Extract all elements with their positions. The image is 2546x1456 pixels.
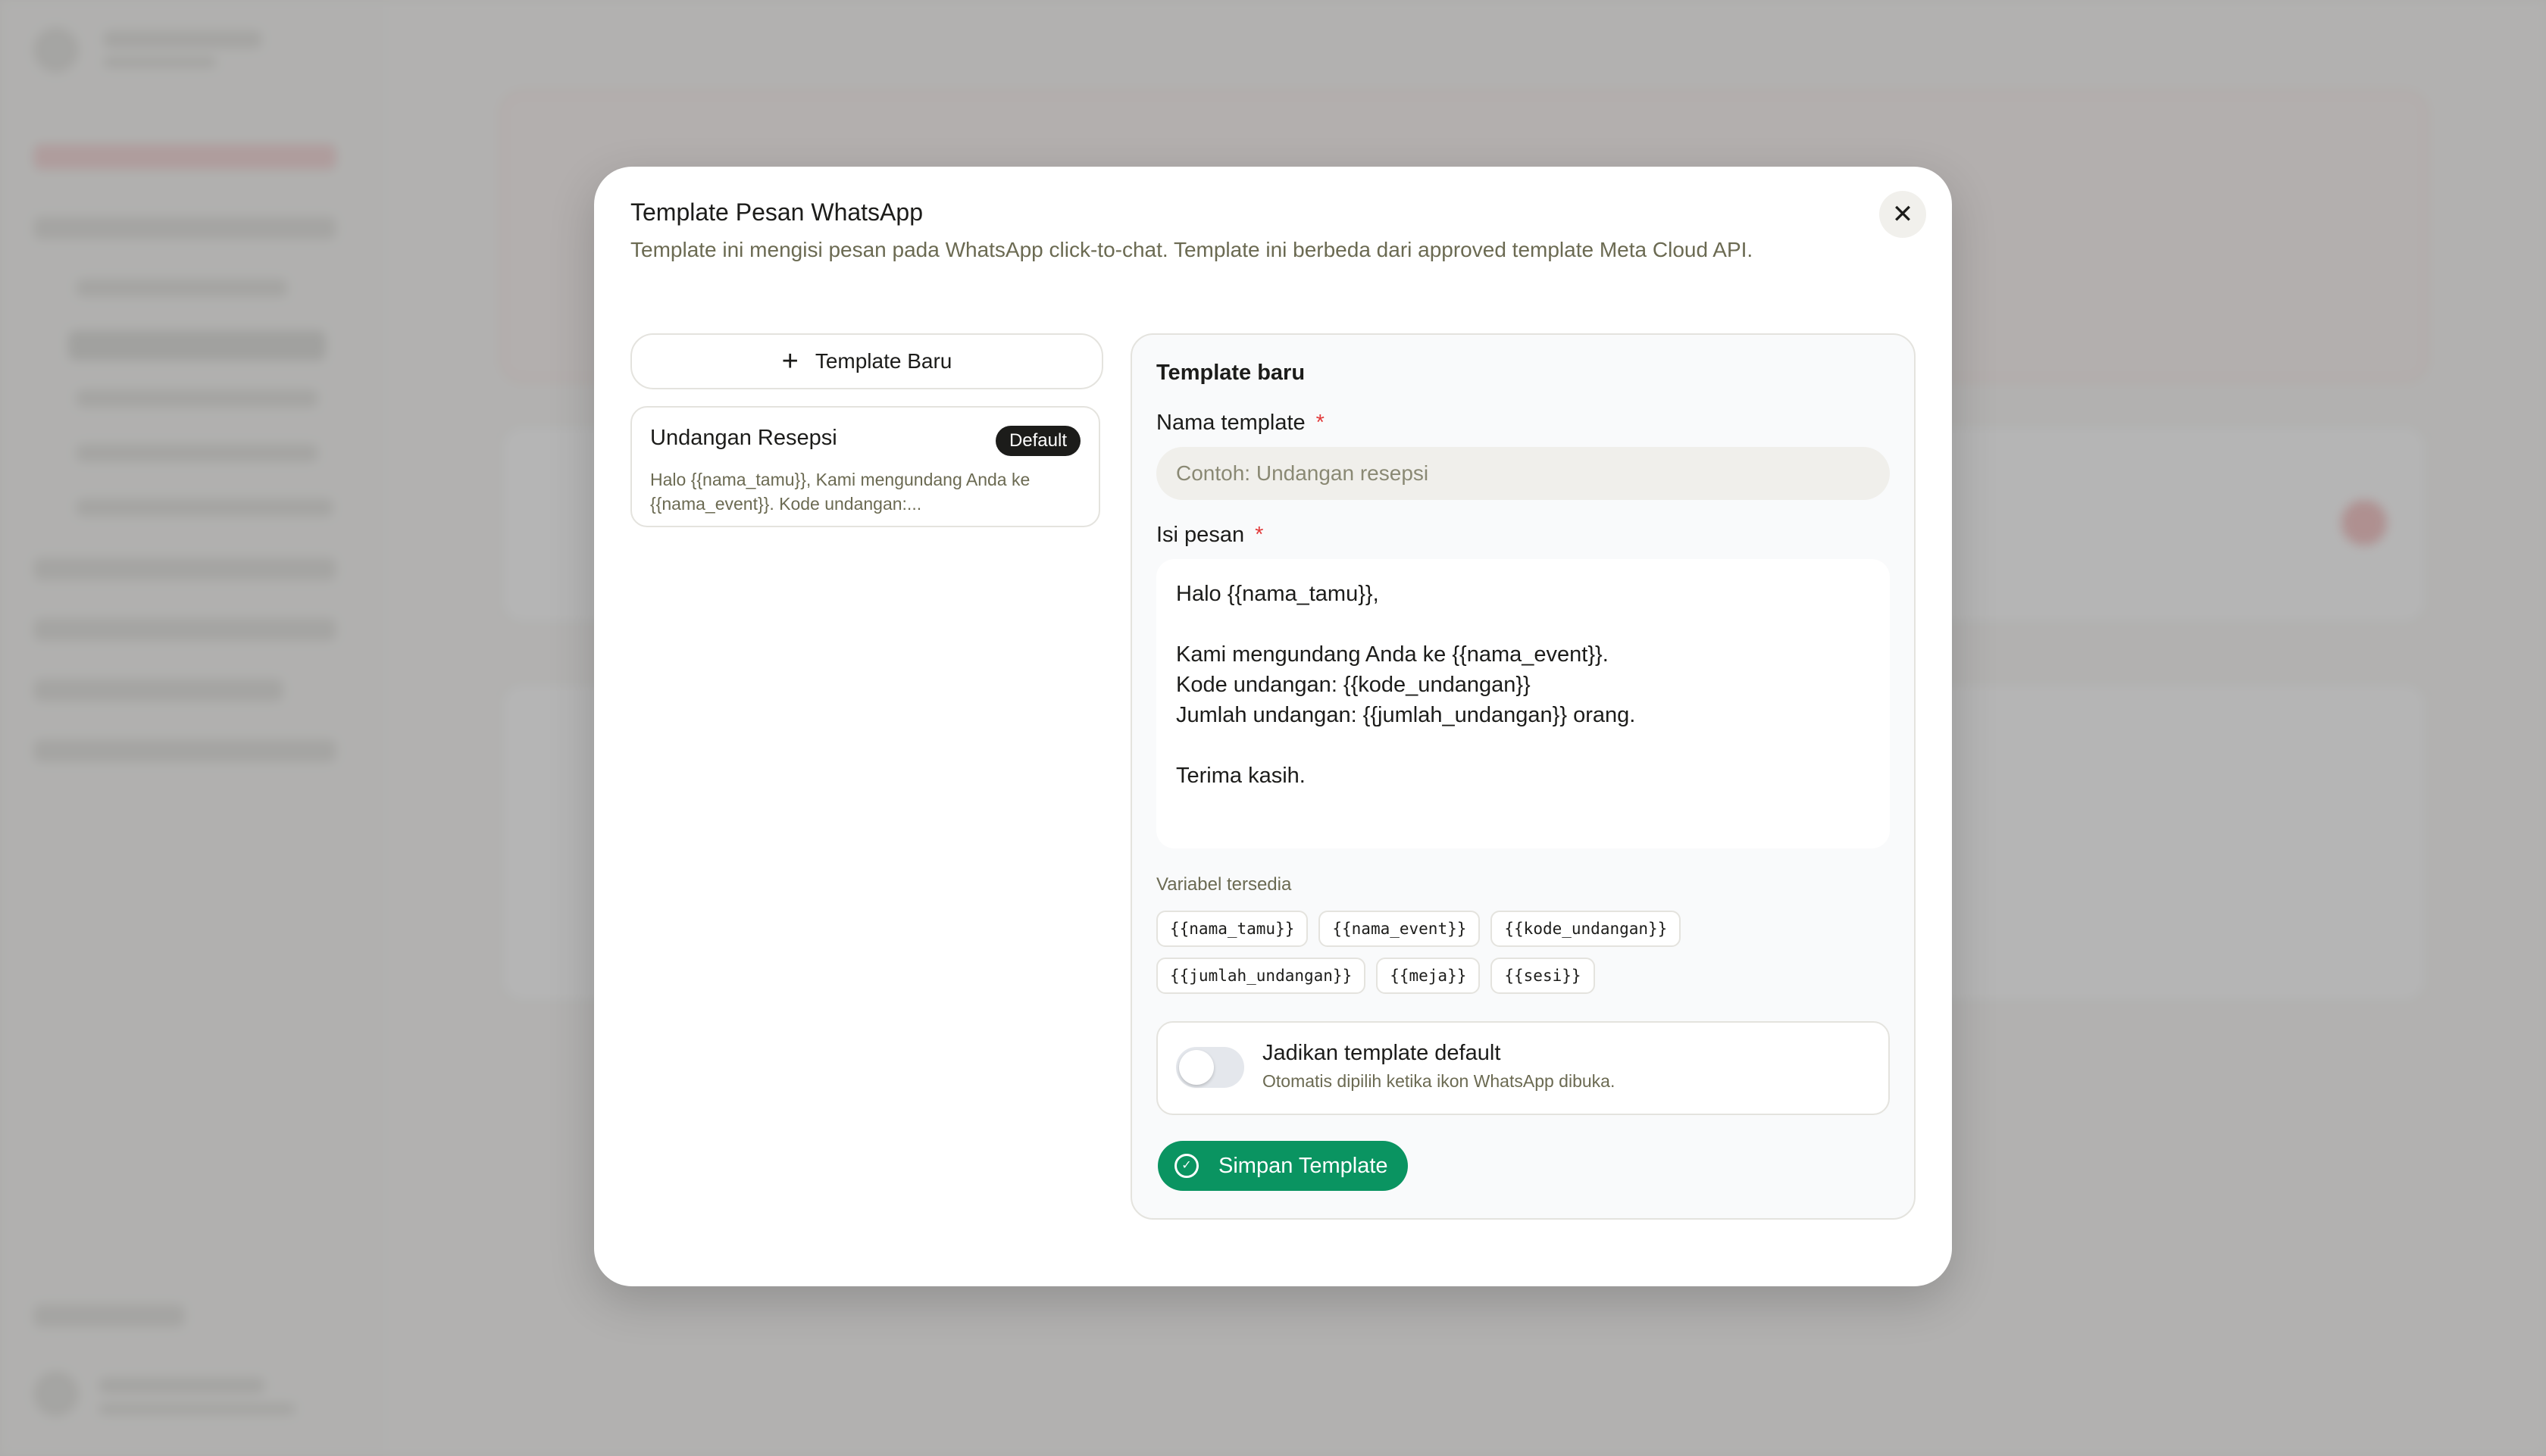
new-template-button[interactable]: + Template Baru [630, 333, 1103, 389]
message-textarea[interactable]: Halo {{nama_tamu}}, Kami mengundang Anda… [1156, 559, 1890, 848]
template-dialog: Template Pesan WhatsApp Template ini men… [594, 167, 1952, 1286]
default-toggle-subtitle: Otomatis dipilih ketika ikon WhatsApp di… [1262, 1071, 1615, 1091]
required-mark: * [1255, 523, 1264, 547]
plus-icon: + [781, 345, 799, 377]
message-line: Jumlah undangan: {{jumlah_undangan}} ora… [1176, 703, 1636, 727]
name-label: Nama template * [1156, 411, 1325, 436]
variable-chips: {{nama_tamu}} {{nama_event}} {{kode_undang… [1156, 911, 1899, 1005]
default-toggle-switch[interactable] [1176, 1047, 1244, 1088]
message-line [1176, 609, 1870, 639]
dialog-description: Template ini mengisi pesan pada WhatsApp… [630, 238, 1753, 261]
variable-chip[interactable]: {{sesi}} [1490, 958, 1595, 994]
template-item-preview: Halo {{nama_tamu}}, Kami mengundang Anda… [650, 467, 1082, 516]
check-circle-icon: ✓ [1174, 1154, 1199, 1178]
template-preview-line: Halo {{nama_tamu}}, Kami mengundang Anda… [650, 470, 1031, 489]
template-name-input[interactable] [1156, 447, 1890, 500]
save-template-label: Simpan Template [1218, 1153, 1388, 1178]
variable-chip[interactable]: {{nama_event}} [1318, 911, 1481, 947]
message-line: Kode undangan: {{kode_undangan}} [1176, 673, 1531, 697]
required-mark: * [1315, 411, 1325, 435]
default-toggle-row: Jadikan template default Otomatis dipili… [1156, 1021, 1890, 1115]
template-form: Template baru Nama template* Isi pesan* … [1131, 333, 1916, 1220]
variable-chip[interactable]: {{jumlah_undangan}} [1156, 958, 1366, 994]
close-icon: ✕ [1891, 200, 1914, 229]
variable-chip[interactable]: {{nama_tamu}} [1156, 911, 1309, 947]
toggle-knob [1179, 1050, 1214, 1085]
variable-chip[interactable]: {{meja}} [1376, 958, 1481, 994]
variable-chip[interactable]: {{kode_undangan}} [1490, 911, 1681, 947]
template-list-item[interactable]: Undangan Resepsi Default Halo {{nama_tam… [630, 406, 1100, 527]
form-heading: Template baru [1156, 361, 1306, 385]
message-label-text: Isi pesan [1156, 523, 1245, 547]
default-toggle-title: Jadikan template default [1262, 1041, 1501, 1065]
name-label-text: Nama template [1156, 411, 1306, 435]
message-line [1176, 730, 1870, 761]
save-template-button[interactable]: ✓ Simpan Template [1158, 1141, 1408, 1191]
message-line: Halo {{nama_tamu}}, [1176, 582, 1379, 606]
default-badge: Default [995, 426, 1081, 456]
message-label: Isi pesan * [1156, 523, 1263, 548]
message-line: Terima kasih. [1176, 764, 1306, 788]
dialog-title: Template Pesan WhatsApp [630, 198, 923, 226]
close-button[interactable]: ✕ [1879, 191, 1926, 238]
template-preview-line: {{nama_event}}. Kode undangan:... [650, 494, 922, 514]
variables-label: Variabel tersedia [1156, 874, 1292, 895]
message-line: Kami mengundang Anda ke {{nama_event}}. [1176, 642, 1609, 667]
new-template-label: Template Baru [815, 349, 952, 373]
